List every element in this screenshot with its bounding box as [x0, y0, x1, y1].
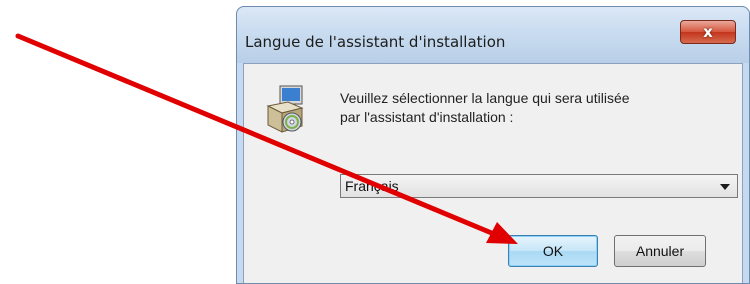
language-select[interactable]: Français [340, 174, 738, 198]
language-select-value: Français [345, 178, 399, 194]
close-icon: x [703, 23, 713, 41]
dialog-title: Langue de l'assistant d'installation [245, 33, 506, 51]
installer-language-dialog: Langue de l'assistant d'installation x V… [236, 6, 750, 284]
dialog-body: Veuillez sélectionner la langue qui sera… [243, 63, 743, 283]
setup-icon [266, 85, 304, 133]
ok-button[interactable]: OK [508, 235, 598, 267]
instruction-line-1: Veuillez sélectionner la langue qui sera… [340, 90, 630, 106]
instruction-text: Veuillez sélectionner la langue qui sera… [340, 89, 720, 127]
chevron-down-icon[interactable] [720, 184, 730, 190]
instruction-line-2: par l'assistant d'installation : [340, 109, 514, 125]
close-button[interactable]: x [680, 20, 736, 44]
cancel-button[interactable]: Annuler [614, 235, 706, 267]
title-bar[interactable]: Langue de l'assistant d'installation x [237, 7, 749, 63]
